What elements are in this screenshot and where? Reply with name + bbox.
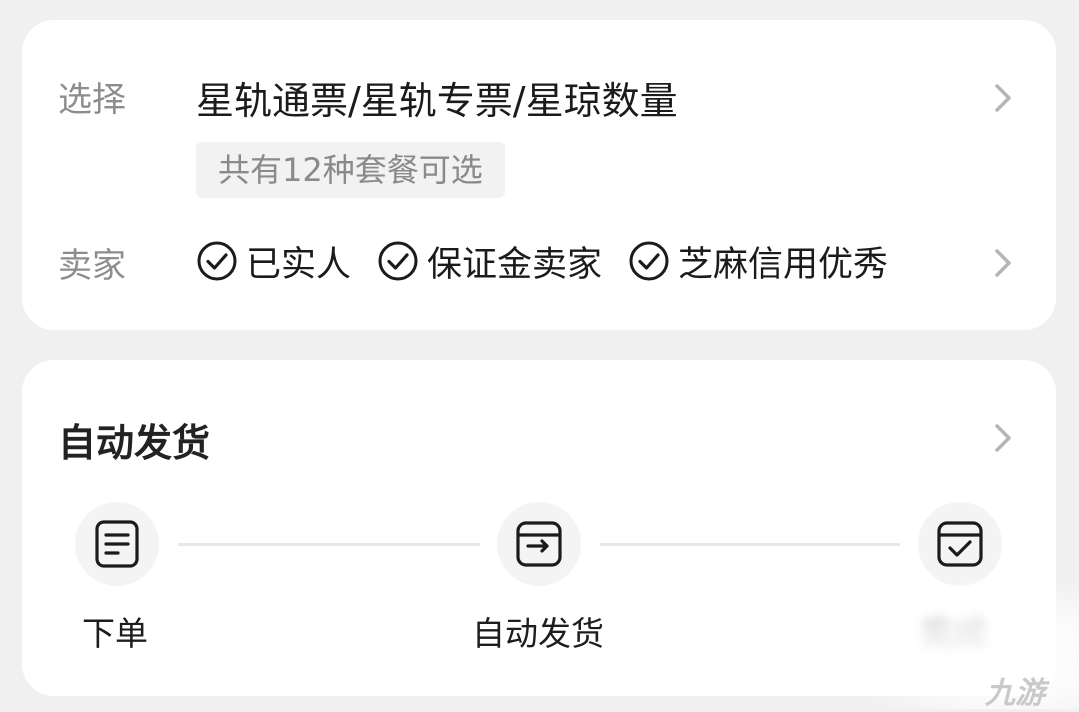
package-option-text[interactable]: 星轨通票/星轨专票/星琼数量 (196, 70, 678, 125)
package-count-badge: 共有12种套餐可选 (196, 142, 505, 198)
watermark-logo: 九游 (985, 668, 1045, 712)
seller-label: 卖家 (58, 246, 126, 286)
step-label-ship: 自动发货 (472, 614, 604, 653)
seller-tag-deposit: 保证金卖家 (377, 236, 602, 287)
step-label-done: 完成 (922, 614, 988, 653)
step-done-circle (918, 502, 1002, 586)
step-label-order: 下单 (82, 614, 148, 653)
seller-tag-verified: 已实人 (196, 236, 351, 287)
seller-tag-credit: 芝麻信用优秀 (628, 236, 888, 287)
tag-label: 保证金卖家 (427, 244, 603, 285)
chevron-right-icon[interactable] (988, 245, 1018, 281)
chevron-right-icon[interactable] (988, 80, 1018, 116)
step-order-circle (75, 502, 159, 586)
document-icon (95, 520, 139, 568)
seller-tags[interactable]: 已实人 保证金卖家 芝麻信用优秀 (196, 236, 914, 286)
tag-label: 已实人 (246, 244, 352, 285)
box-arrow-icon (516, 521, 562, 567)
watermark-text: 九游 (985, 676, 1045, 711)
delivery-title: 自动发货 (58, 421, 211, 465)
step-ship-circle (497, 502, 581, 586)
chevron-right-icon[interactable] (988, 420, 1018, 456)
selection-card: 选择 星轨通票/星轨专票/星琼数量 共有12种套餐可选 卖家 已实人 保证金卖家… (22, 20, 1056, 330)
step-connector (178, 543, 480, 546)
check-circle-icon (197, 241, 237, 281)
step-connector (600, 543, 900, 546)
delivery-card[interactable]: 自动发货 下单 自动发货 完成 (22, 360, 1056, 696)
box-check-icon (937, 521, 983, 567)
tag-label: 芝麻信用优秀 (678, 244, 889, 285)
check-circle-icon (378, 241, 418, 281)
select-label: 选择 (58, 80, 126, 120)
check-circle-icon (629, 241, 669, 281)
